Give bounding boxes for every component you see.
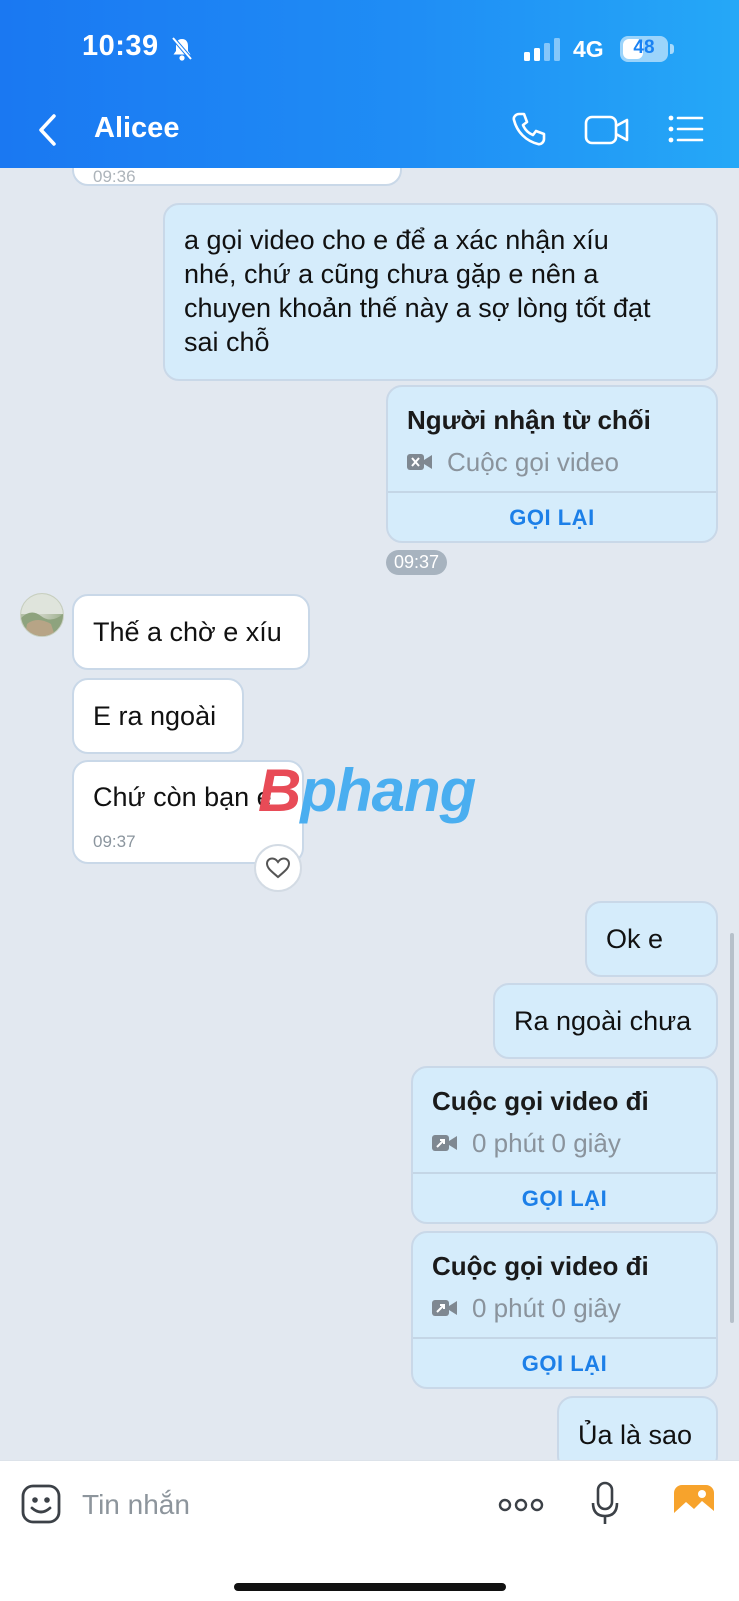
message-bubble-sent[interactable]: Ok e: [585, 901, 718, 977]
call-back-button[interactable]: GỌI LẠI: [413, 1182, 716, 1216]
battery-percent: 48: [633, 37, 655, 58]
back-icon[interactable]: [36, 112, 60, 148]
time-separator: 09:37: [386, 550, 448, 575]
video-camera-missed-icon: [407, 454, 432, 470]
call-card-outgoing[interactable]: Cuộc gọi video đi 0 phút 0 giây GỌI LẠI: [411, 1066, 718, 1224]
image-icon[interactable]: [672, 1483, 716, 1523]
message-bubble-received[interactable]: 09:36: [72, 168, 402, 186]
video-call-icon[interactable]: [584, 114, 630, 146]
network-type: 4G: [573, 36, 604, 62]
video-camera-outgoing-icon: [432, 1300, 457, 1316]
message-text: E ra ngoài: [93, 701, 217, 731]
message-composer: Tin nhắn: [0, 1460, 739, 1601]
divider: [413, 1337, 716, 1339]
divider: [388, 491, 716, 493]
call-card-rejected[interactable]: Người nhận từ chối Cuộc gọi video GỌI LẠ…: [386, 385, 718, 543]
call-title: Cuộc gọi video đi: [432, 1251, 649, 1281]
bell-off-icon: [171, 36, 193, 61]
message-text: Ok e: [606, 924, 664, 954]
sticker-icon[interactable]: [20, 1483, 62, 1525]
message-text-line-4: sai chỗ: [184, 327, 270, 357]
message-bubble-sent[interactable]: Ra ngoài chưa: [493, 983, 718, 1059]
message-time: 09:37: [93, 832, 136, 851]
message-text-line-2: nhé, chứ a cũng chưa gặp e nên a: [184, 259, 599, 289]
divider: [413, 1172, 716, 1174]
call-subtitle-text: 0 phút 0 giây: [472, 1128, 621, 1158]
contact-name[interactable]: Alicee: [94, 112, 179, 145]
call-back-button[interactable]: GỌI LẠI: [413, 1347, 716, 1381]
message-text: Chứ còn bạn e: [93, 782, 272, 812]
status-time: 10:39: [82, 30, 159, 62]
react-button[interactable]: [254, 844, 302, 892]
message-time: 09:36: [93, 168, 136, 186]
heart-icon: [265, 857, 291, 879]
battery-tip: [670, 44, 674, 54]
battery-indicator: 48: [620, 36, 668, 62]
call-subtitle: 0 phút 0 giây: [432, 1126, 621, 1160]
menu-icon[interactable]: [668, 114, 704, 144]
message-bubble-sent[interactable]: Ủa là sao: [557, 1396, 718, 1460]
watermark-logo: Bphang: [258, 757, 476, 824]
call-back-button[interactable]: GỌI LẠI: [388, 501, 716, 535]
message-bubble-received[interactable]: Thế a chờ e xíu: [72, 594, 310, 670]
message-text-line-3: chuyen khoản thế này a sợ lòng tốt đạt: [184, 293, 651, 323]
call-subtitle-text: 0 phút 0 giây: [472, 1293, 621, 1323]
call-subtitle: 0 phút 0 giây: [432, 1291, 621, 1325]
call-card-outgoing[interactable]: Cuộc gọi video đi 0 phút 0 giây GỌI LẠI: [411, 1231, 718, 1389]
more-icon[interactable]: [498, 1497, 544, 1513]
call-title: Cuộc gọi video đi: [432, 1086, 649, 1116]
chat-header: 10:39 4G 48 Alicee: [0, 0, 739, 168]
message-bubble-received[interactable]: E ra ngoài: [72, 678, 244, 754]
message-text-line-1: a gọi video cho e để a xác nhận xíu: [184, 225, 609, 255]
message-bubble-sent[interactable]: a gọi video cho e để a xác nhận xíu nhé,…: [163, 203, 718, 381]
call-subtitle: Cuộc gọi video: [407, 445, 619, 479]
scrollbar[interactable]: [730, 933, 734, 1323]
call-title: Người nhận từ chối: [407, 405, 651, 435]
message-text: Thế a chờ e xíu: [93, 617, 282, 647]
signal-icon: [524, 38, 560, 61]
video-camera-outgoing-icon: [432, 1135, 457, 1151]
avatar[interactable]: [20, 593, 64, 637]
message-text: Ra ngoài chưa: [514, 1006, 692, 1036]
phone-icon[interactable]: [510, 110, 548, 148]
call-subtitle-text: Cuộc gọi video: [447, 447, 619, 477]
microphone-icon[interactable]: [590, 1481, 620, 1527]
message-text: Ủa là sao: [578, 1420, 693, 1450]
home-indicator: [234, 1583, 506, 1591]
message-input[interactable]: Tin nhắn: [82, 1489, 190, 1521]
